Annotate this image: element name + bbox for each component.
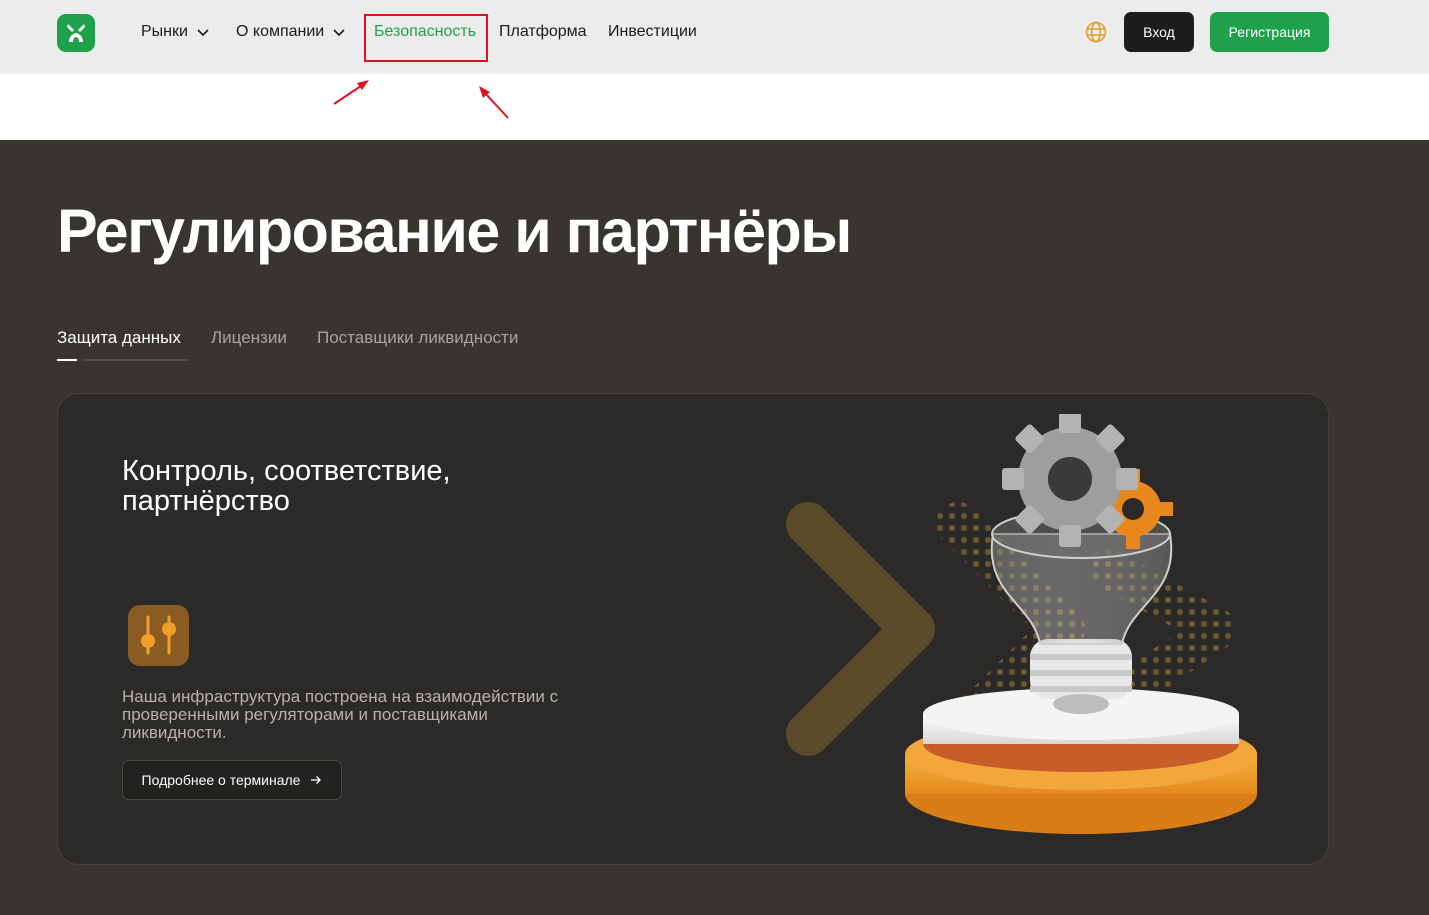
page-title: Регулирование и партнёры [57,197,852,265]
tab-liquidity-providers[interactable]: Поставщики ликвидности [317,328,518,348]
login-button[interactable]: Вход [1124,12,1194,52]
nav-platform-label: Платформа [499,23,587,40]
tab-active-indicator [57,359,77,361]
nav-platform[interactable]: Платформа [499,20,587,44]
register-button[interactable]: Регистрация [1210,12,1329,52]
annotation-arrows [333,80,509,119]
card-description: Наша инфраструктура построена на взаимод… [122,687,559,742]
card-title: Контроль, соответствие, партнёрство [122,455,451,517]
annotation-highlight-box [364,14,488,62]
nav-markets[interactable]: Рынки [141,20,210,44]
chevron-down-icon [333,29,345,37]
tab-underline-track [83,359,187,361]
nav-investments-label: Инвестиции [608,23,697,40]
site-header: Рынки О компании Безопасность Платформа … [0,0,1429,74]
arrow-right-icon [311,776,322,784]
globe-icon[interactable] [1085,21,1107,43]
lightbulb-illustration [786,414,1257,834]
chevron-down-icon [197,29,209,37]
chevron-shape-left [786,502,935,756]
nav-markets-label: Рынки [141,23,188,40]
annotation-arrow-right [479,86,509,119]
nav-company-label: О компании [236,23,325,40]
terminal-details-label: Подробнее о терминале [141,772,301,788]
nav-company[interactable]: О компании [236,20,346,44]
terminal-details-button[interactable]: Подробнее о терминале [122,760,342,800]
sliders-icon [141,615,176,655]
feature-icon-box [128,605,189,666]
tab-data-protection[interactable]: Защита данных [57,328,181,348]
feature-card: Контроль, соответствие, партнёрство Наша… [57,393,1329,865]
annotation-arrow-left [333,80,369,105]
tab-licenses[interactable]: Лицензии [211,328,287,348]
nav-investments[interactable]: Инвестиции [608,20,697,44]
